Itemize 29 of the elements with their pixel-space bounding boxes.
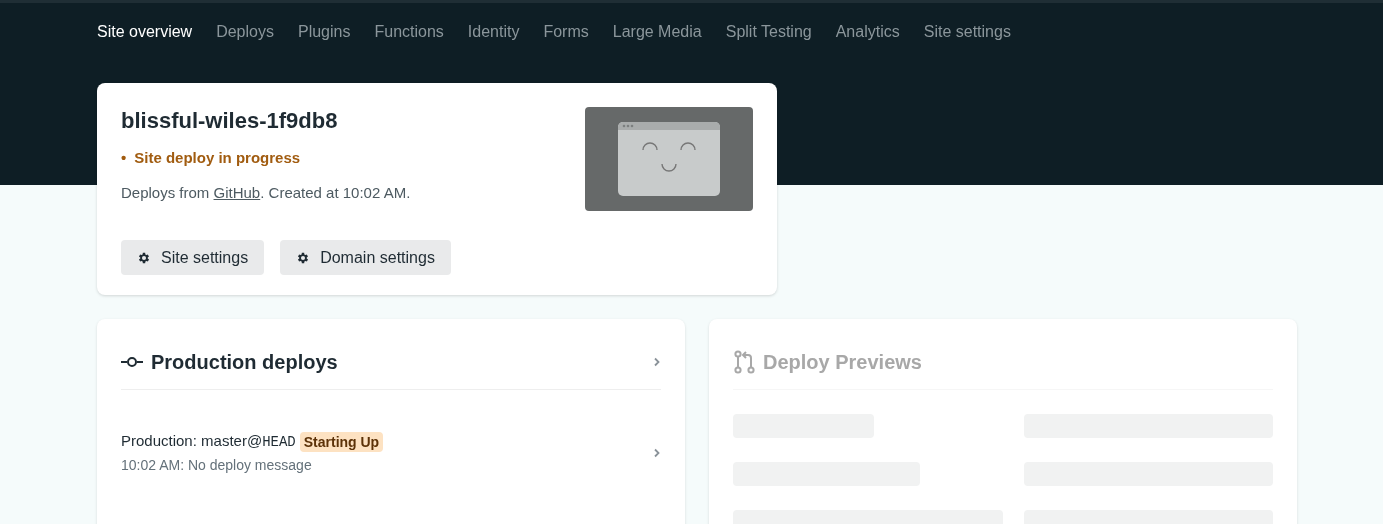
nav-tab[interactable]: Split Testing (725, 20, 812, 44)
settings-button[interactable]: Site settings (121, 240, 265, 275)
deploy-row[interactable]: Production: master@HEAD Starting Up 10:02 AM: No deploy message (121, 430, 661, 476)
nav-tab[interactable]: Deploys (216, 20, 274, 44)
nav-tab[interactable]: Site settings (923, 20, 1011, 44)
commit-icon (121, 356, 143, 368)
smiling-window-icon (618, 122, 720, 196)
nav-tab[interactable]: Large Media (612, 20, 702, 44)
status-badge: Starting Up (299, 431, 384, 452)
nav-tab[interactable]: Forms (543, 20, 589, 44)
site-name: blissful-wiles-1f9db8 (121, 107, 339, 135)
site-source: Deploys from GitHub. Created at 10:02 AM. (121, 182, 412, 203)
status-bullet: • (121, 148, 127, 168)
nav-tab[interactable]: Identity (467, 20, 520, 44)
pull-request-icon (733, 350, 755, 374)
deploy-message: 10:02 AM: No deploy message (121, 456, 313, 475)
nav-tab[interactable]: Plugins (297, 20, 351, 44)
gear-icon (296, 250, 311, 265)
nav-tab[interactable]: Site overview (97, 20, 193, 44)
deploy-status: Site deploy in progress (134, 148, 301, 168)
nav-tab[interactable]: Functions (374, 20, 444, 44)
deploy-title: Production: master@HEAD (121, 431, 296, 452)
chevron-right-icon (653, 357, 661, 367)
section-title: Production deploys (151, 350, 338, 375)
chevron-right-icon (653, 448, 661, 458)
settings-button[interactable]: Domain settings (280, 240, 451, 275)
gear-icon (137, 250, 151, 265)
section-title: Deploy Previews (763, 350, 922, 375)
nav-tab[interactable]: Analytics (835, 20, 900, 44)
